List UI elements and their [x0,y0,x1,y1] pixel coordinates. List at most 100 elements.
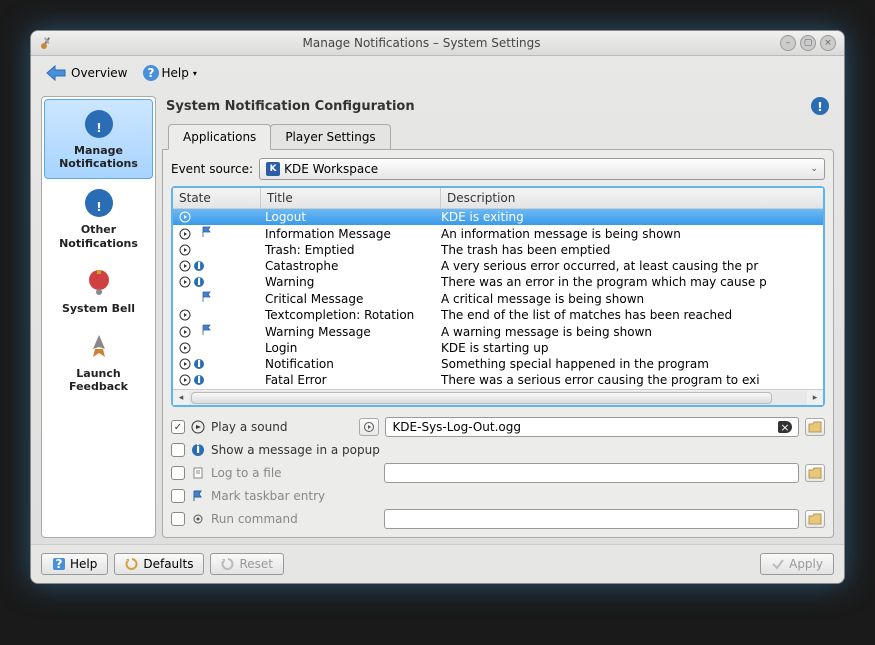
row-description: KDE is exiting [441,210,823,224]
row-state: i [173,358,261,370]
run-command-input[interactable] [384,509,799,529]
event-source-value: KDE Workspace [284,162,810,176]
row-description: A very serious error occurred, at least … [441,259,823,273]
table-row[interactable]: Critical MessageA critical message is be… [173,290,823,307]
apply-button-label: Apply [789,557,823,571]
help-button[interactable]: ? Help [41,553,108,575]
svg-text:i: i [197,260,201,272]
help-icon: ? [142,64,160,82]
log-file-input[interactable] [384,463,799,483]
table-row[interactable]: Information MessageAn information messag… [173,225,823,242]
apply-button[interactable]: Apply [760,553,834,575]
sidebar-item-0[interactable]: !ManageNotifications [44,99,153,179]
table-body[interactable]: LogoutKDE is exitingInformation MessageA… [173,209,823,389]
sidebar-item-1[interactable]: !OtherNotifications [44,179,153,257]
mark-taskbar-label: Mark taskbar entry [211,489,325,503]
log-file-checkbox[interactable] [171,466,185,480]
table-row[interactable]: iNotificationSomething special happened … [173,356,823,372]
browse-command-button[interactable] [805,510,825,528]
sound-file-input[interactable]: KDE-Sys-Log-Out.ogg × [385,417,799,437]
play-sound-row: Play a sound KDE-Sys-Log-Out.ogg × [171,417,825,437]
mark-taskbar-checkbox[interactable] [171,489,185,503]
table-row[interactable]: iWarningThere was an error in the progra… [173,274,823,290]
svg-text:i: i [196,443,200,456]
table-row[interactable]: LoginKDE is starting up [173,340,823,356]
svg-text:?: ? [147,66,154,80]
table-row[interactable]: LogoutKDE is exiting [173,209,823,225]
row-state [173,226,261,241]
event-source-row: Event source: K KDE Workspace ⌄ [171,158,825,180]
clear-sound-button[interactable]: × [778,421,792,433]
tab-applications[interactable]: Applications [168,124,271,150]
row-description: The end of the list of matches has been … [441,308,823,322]
table-row[interactable]: Textcompletion: RotationThe end of the l… [173,307,823,323]
tab-player-settings[interactable]: Player Settings [270,124,390,149]
back-arrow-icon [45,64,67,82]
page-title: System Notification Configuration [166,99,810,114]
play-sound-checkbox[interactable] [171,420,185,434]
row-title: Warning Message [261,325,441,339]
popup-icon: i [191,443,205,457]
row-description: An information message is being shown [441,227,823,241]
event-source-combo[interactable]: K KDE Workspace ⌄ [259,158,825,180]
table-row[interactable]: Warning MessageA warning message is bein… [173,323,823,340]
notification-options: Play a sound KDE-Sys-Log-Out.ogg × i Sho… [171,417,825,529]
row-description: There was a serious error causing the pr… [441,373,823,387]
sidebar-item-label: System Bell [62,302,135,315]
row-state: i [173,276,261,288]
column-state[interactable]: State [173,188,261,208]
column-title[interactable]: Title [261,188,441,208]
svg-text:!: ! [817,100,822,114]
flag-icon [191,489,205,503]
tab-bar: ApplicationsPlayer Settings [162,124,834,149]
close-button[interactable]: × [820,35,836,51]
svg-text:i: i [197,374,201,386]
help-icon: ? [52,557,66,571]
reset-button-label: Reset [239,557,273,571]
table-row[interactable]: Trash: EmptiedThe trash has been emptied [173,242,823,258]
horizontal-scrollbar[interactable]: ◂ ▸ [173,389,823,405]
rocket-icon [83,331,115,363]
run-command-checkbox[interactable] [171,512,185,526]
reset-icon [221,557,235,571]
row-description: KDE is starting up [441,341,823,355]
browse-log-button[interactable] [805,464,825,482]
column-description[interactable]: Description [441,188,823,208]
row-title: Fatal Error [261,373,441,387]
show-popup-checkbox[interactable] [171,443,185,457]
scroll-thumb[interactable] [191,392,772,404]
row-state [173,309,261,321]
sidebar: !ManageNotifications!OtherNotificationsS… [41,96,156,538]
scroll-left-button[interactable]: ◂ [173,391,189,405]
overview-button[interactable]: Overview [41,62,132,84]
preview-sound-button[interactable] [359,418,379,436]
window-icon [39,35,55,51]
scroll-right-button[interactable]: ▸ [807,391,823,405]
gear-icon [191,512,205,526]
sidebar-item-2[interactable]: System Bell [44,258,153,323]
row-state [173,244,261,256]
sidebar-item-label: OtherNotifications [59,223,138,249]
svg-text:!: ! [96,121,101,135]
row-title: Catastrophe [261,259,441,273]
sidebar-item-3[interactable]: LaunchFeedback [44,323,153,401]
window-controls: – ▢ × [780,35,836,51]
row-state: i [173,374,261,386]
scroll-track[interactable] [189,391,807,405]
defaults-button[interactable]: Defaults [114,553,204,575]
row-description: The trash has been emptied [441,243,823,257]
reset-button[interactable]: Reset [210,553,284,575]
row-title: Textcompletion: Rotation [261,308,441,322]
table-row[interactable]: Logout CanceledKDE logout was canceled [173,388,823,389]
table-row[interactable]: i CatastropheA very serious error occurre… [173,258,823,274]
maximize-button[interactable]: ▢ [800,35,816,51]
minimize-button[interactable]: – [780,35,796,51]
table-row[interactable]: i Fatal ErrorThere was a serious error ca… [173,372,823,388]
browse-sound-button[interactable] [805,418,825,436]
help-menu[interactable]: ? Help ▾ [142,64,197,82]
log-icon [191,466,205,480]
run-command-row: Run command [171,509,825,529]
kde-icon: K [266,162,280,176]
svg-text:i: i [197,276,201,288]
row-title: Warning [261,275,441,289]
